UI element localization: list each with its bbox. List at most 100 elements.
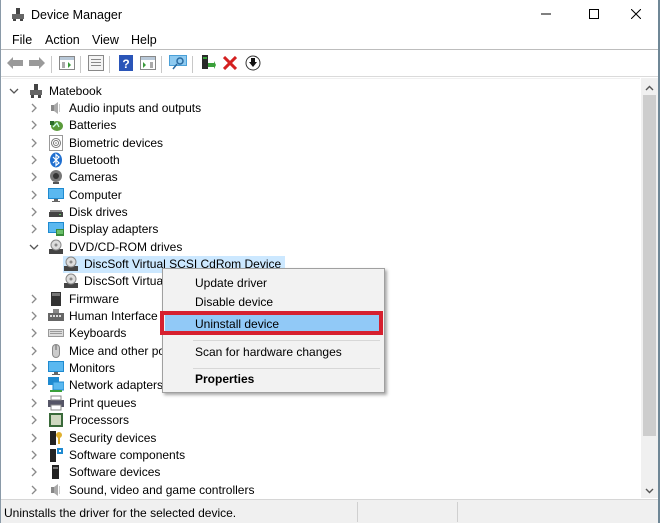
chevron-right-icon[interactable]: [28, 466, 40, 478]
forward-button[interactable]: [28, 55, 46, 73]
tree-category-label: Display adapters: [69, 222, 159, 237]
toolbar: ?: [1, 51, 658, 77]
tree-category-label: Network adapters: [69, 378, 164, 393]
tree-category[interactable]: Security devices: [28, 429, 156, 446]
chevron-right-icon[interactable]: [28, 137, 40, 149]
printer-icon: [48, 395, 64, 411]
help-button[interactable]: ?: [117, 54, 135, 74]
software-device-icon: [48, 464, 64, 480]
ctx-properties[interactable]: Properties: [165, 368, 382, 390]
toolbar-separator: [161, 56, 162, 73]
fingerprint-icon: [48, 134, 64, 151]
tree-category[interactable]: Sound, video and game controllers: [28, 481, 254, 498]
toolbar-separator: [109, 56, 110, 73]
chevron-right-icon[interactable]: [28, 189, 40, 201]
keyboard-icon: [48, 325, 64, 341]
tree-category[interactable]: Cameras: [28, 169, 118, 186]
tree-category-label: Security devices: [69, 430, 157, 445]
chevron-right-icon[interactable]: [28, 310, 40, 322]
scroll-up-button[interactable]: [641, 78, 658, 95]
chevron-down-icon[interactable]: [8, 85, 20, 97]
disable-device-button[interactable]: [244, 55, 262, 73]
tree-category[interactable]: Print queues: [28, 394, 136, 411]
tree-category[interactable]: DVD/CD-ROM drives: [28, 238, 182, 255]
maximize-icon: [589, 8, 599, 22]
chevron-right-icon[interactable]: [28, 154, 40, 166]
tree-category-label: Disk drives: [69, 204, 128, 219]
minimize-icon: [541, 8, 551, 22]
chevron-right-icon[interactable]: [28, 327, 40, 339]
ctx-disable-device[interactable]: Disable device: [165, 291, 382, 313]
tree-root-matebook[interactable]: Matebook: [8, 82, 102, 99]
maximize-button[interactable]: [571, 0, 617, 30]
help-icon: ?: [119, 54, 133, 74]
chevron-right-icon[interactable]: [28, 379, 40, 391]
minimize-button[interactable]: [523, 0, 569, 30]
cdrom-icon: [63, 256, 79, 272]
vertical-scrollbar[interactable]: [641, 78, 658, 498]
tree-category[interactable]: Network adapters: [28, 377, 163, 394]
tree-category[interactable]: Software components: [28, 446, 185, 463]
tree-category[interactable]: Biometric devices: [28, 134, 163, 151]
tree-category[interactable]: Audio inputs and outputs: [28, 99, 201, 116]
toolbar-separator: [80, 56, 81, 73]
chevron-right-icon[interactable]: [28, 223, 40, 235]
tree-category[interactable]: Firmware: [28, 290, 119, 307]
ctx-uninstall-device[interactable]: Uninstall device: [165, 313, 382, 335]
chevron-right-icon[interactable]: [28, 449, 40, 461]
console-tree-button[interactable]: [58, 55, 76, 73]
tree-category[interactable]: Keyboards: [28, 325, 126, 342]
tree-category[interactable]: Monitors: [28, 360, 115, 377]
uninstall-device-button[interactable]: [221, 55, 239, 73]
tree-category[interactable]: Disk drives: [28, 203, 128, 220]
chevron-right-icon[interactable]: [28, 171, 40, 183]
status-bar: Uninstalls the driver for the selected d…: [1, 499, 658, 523]
security-key-icon: [48, 430, 64, 446]
status-separator: [457, 502, 458, 522]
chevron-right-icon[interactable]: [28, 362, 40, 374]
ctx-scan-hardware[interactable]: Scan for hardware changes: [165, 341, 382, 363]
chevron-down-icon[interactable]: [28, 241, 40, 253]
chevron-right-icon[interactable]: [28, 414, 40, 426]
chevron-right-icon[interactable]: [28, 206, 40, 218]
display-adapter-icon: [48, 221, 64, 237]
chevron-right-icon[interactable]: [28, 119, 40, 131]
tree-category-label: Software devices: [69, 465, 161, 480]
back-button[interactable]: [6, 55, 24, 73]
hid-icon: [48, 308, 64, 324]
tree-category[interactable]: Computer: [28, 186, 122, 203]
update-driver-button[interactable]: [199, 54, 217, 73]
action-pane-button[interactable]: [139, 55, 157, 73]
battery-icon: [48, 117, 64, 133]
tree-category-label: DVD/CD-ROM drives: [69, 239, 183, 254]
chevron-right-icon[interactable]: [28, 293, 40, 305]
menu-view[interactable]: View: [92, 33, 119, 47]
tree-category[interactable]: Display adapters: [28, 221, 158, 238]
scroll-down-button[interactable]: [641, 481, 658, 498]
chevron-right-icon[interactable]: [28, 432, 40, 444]
tree-category[interactable]: Bluetooth: [28, 151, 120, 168]
chevron-right-icon[interactable]: [28, 345, 40, 357]
menu-action[interactable]: Action: [45, 33, 80, 47]
tree-category[interactable]: Software devices: [28, 464, 160, 481]
close-button[interactable]: [613, 0, 659, 30]
properties-button[interactable]: [87, 54, 105, 73]
tree-category[interactable]: Batteries: [28, 117, 116, 134]
scan-hardware-button[interactable]: [169, 54, 187, 73]
menu-help[interactable]: Help: [131, 33, 157, 47]
disk-drive-icon: [48, 204, 64, 220]
scrollbar-thumb[interactable]: [643, 95, 656, 436]
tree-category-label: Cameras: [69, 170, 118, 185]
forward-arrow-icon: [29, 56, 45, 72]
chevron-right-icon[interactable]: [28, 102, 40, 114]
window-title: Device Manager: [31, 8, 123, 22]
chevron-right-icon[interactable]: [28, 484, 40, 496]
menu-file[interactable]: File: [12, 33, 32, 47]
tree-category-label: Sound, video and game controllers: [69, 482, 255, 497]
speaker-icon: [48, 100, 64, 116]
device-manager-icon: [11, 8, 25, 22]
mouse-icon: [48, 343, 64, 359]
camera-icon: [48, 169, 64, 185]
tree-category[interactable]: Processors: [28, 412, 129, 429]
chevron-right-icon[interactable]: [28, 397, 40, 409]
